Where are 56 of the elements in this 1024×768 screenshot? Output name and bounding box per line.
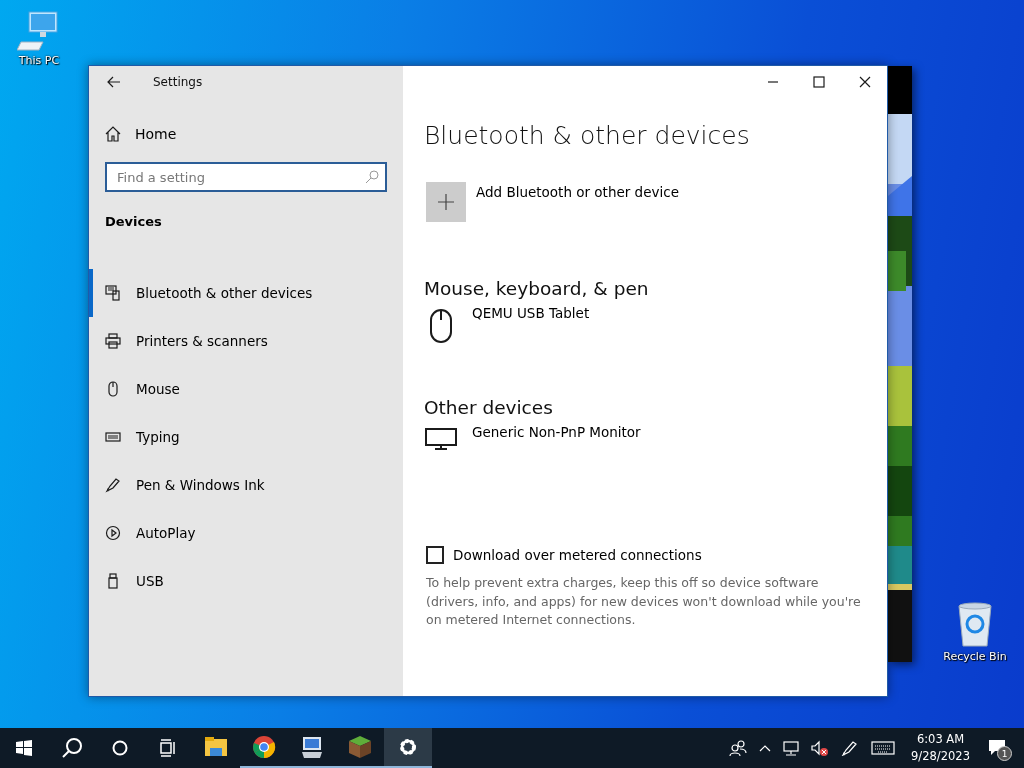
computer-icon bbox=[300, 735, 324, 759]
device-item[interactable]: Generic Non-PnP Monitor bbox=[424, 424, 641, 450]
close-icon[interactable] bbox=[859, 76, 871, 88]
back-arrow-icon[interactable] bbox=[107, 76, 121, 88]
sidebar-item[interactable]: Printers & scanners bbox=[89, 317, 403, 365]
taskbar-app[interactable] bbox=[384, 728, 432, 768]
mouse-icon bbox=[429, 309, 453, 343]
checkbox-label[interactable]: Download over metered connections bbox=[453, 547, 702, 563]
sidebar-item[interactable]: USB bbox=[89, 557, 403, 605]
page-title: Bluetooth & other devices bbox=[424, 121, 751, 150]
keyboard-icon[interactable] bbox=[871, 741, 896, 755]
network-icon[interactable] bbox=[783, 740, 800, 756]
recycle-bin-icon[interactable] bbox=[955, 602, 995, 648]
printer-icon bbox=[105, 333, 121, 349]
search-field[interactable]: Find a setting bbox=[105, 162, 387, 192]
search-icon bbox=[365, 170, 379, 184]
clock-time[interactable]: 6:03 AM bbox=[911, 731, 970, 748]
sidebar-item[interactable]: Typing bbox=[89, 413, 403, 461]
device-item[interactable]: QEMU USB Tablet bbox=[424, 305, 590, 343]
section-heading: Devices bbox=[105, 214, 162, 231]
add-device-label[interactable]: Add Bluetooth or other device bbox=[476, 184, 679, 200]
pen-icon bbox=[105, 477, 121, 493]
windows-logo-icon bbox=[16, 740, 32, 756]
muted-speaker-icon[interactable] bbox=[811, 740, 830, 756]
people-icon[interactable] bbox=[729, 740, 748, 756]
mouse-icon bbox=[105, 381, 121, 397]
sidebar-item[interactable]: Bluetooth & other devices bbox=[89, 269, 403, 317]
bluetooth-devices-icon bbox=[105, 285, 121, 301]
notification-badge: 1 bbox=[997, 746, 1012, 761]
plus-icon bbox=[438, 194, 454, 210]
circle-icon bbox=[112, 740, 128, 756]
keyboard-icon bbox=[105, 429, 121, 445]
usb-drive-icon bbox=[105, 573, 121, 589]
description-text: To help prevent extra charges, keep this off so device software (drivers, info, and apps) for new devices won't download while you're on metered Internet connections. bbox=[426, 574, 862, 629]
notification-button[interactable]: 1 bbox=[982, 733, 1012, 763]
home-link[interactable]: Home bbox=[105, 122, 181, 146]
section-heading: Mouse, keyboard, & pen bbox=[424, 278, 650, 299]
chrome-icon bbox=[252, 735, 276, 759]
checkbox[interactable] bbox=[426, 546, 444, 564]
computer-icon[interactable] bbox=[17, 10, 61, 52]
maximize-icon[interactable] bbox=[813, 76, 825, 88]
grass-block-icon bbox=[348, 735, 372, 759]
section-heading: Other devices bbox=[424, 397, 554, 418]
monitor-icon bbox=[425, 428, 457, 450]
home-icon bbox=[105, 126, 121, 142]
search-icon bbox=[61, 737, 83, 759]
sidebar-item[interactable]: Pen & Windows Ink bbox=[89, 461, 403, 509]
autoplay-icon bbox=[105, 525, 121, 541]
clock-date[interactable]: 9/28/2023 bbox=[911, 748, 970, 765]
chevron-up-icon[interactable] bbox=[759, 744, 772, 752]
icon-label[interactable]: Recycle Bin bbox=[943, 650, 1007, 663]
sidebar-item[interactable]: AutoPlay bbox=[89, 509, 403, 557]
window-title: Settings bbox=[153, 75, 203, 89]
folder-icon bbox=[204, 735, 228, 759]
task-view-icon bbox=[159, 739, 177, 757]
sidebar-item[interactable]: Mouse bbox=[89, 365, 403, 413]
